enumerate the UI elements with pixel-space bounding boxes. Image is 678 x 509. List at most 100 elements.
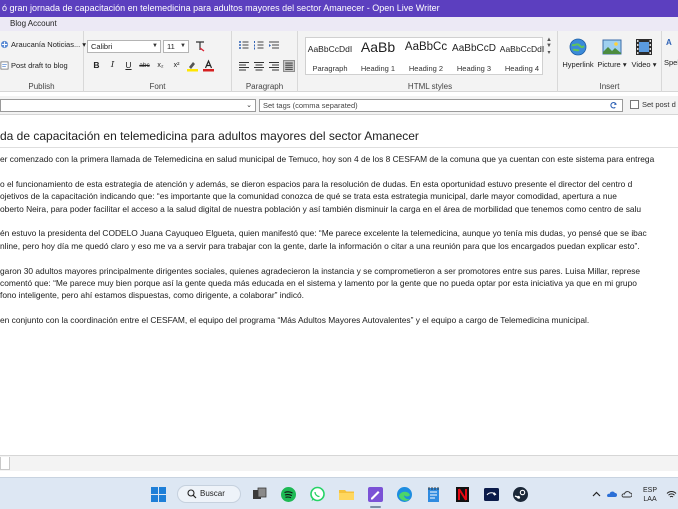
steam-icon[interactable]	[512, 486, 529, 503]
subscript-button[interactable]: x₂	[154, 59, 167, 72]
style-heading-3[interactable]: AaBbCcD Heading 3	[450, 38, 498, 76]
insert-hyperlink-button[interactable]: Hyperlink	[562, 37, 594, 69]
post-paragraph: en conjunto con la coordinación entre el…	[0, 314, 678, 326]
post-editor[interactable]: da de capacitación en telemedicina para …	[0, 116, 678, 455]
numbered-list-icon[interactable]	[253, 39, 265, 51]
taskbar-search[interactable]: Buscar	[177, 485, 241, 503]
style-preview: AaBbCcDdI	[499, 44, 545, 54]
chevron-down-icon: ⌄	[246, 102, 252, 109]
insert-label: Hyperlink	[562, 60, 594, 69]
language-code: ESP	[643, 487, 658, 494]
post-paragraph: én estuvo la presidenta del CODELO Juana…	[0, 227, 678, 252]
font-size-select[interactable]: 11 ▼	[163, 40, 189, 53]
style-preview: AaBb	[360, 39, 396, 55]
style-preview: AaBbCcDdI	[307, 44, 353, 54]
group-label-publish: Publish	[28, 82, 55, 91]
bullet-list-icon[interactable]	[238, 39, 250, 51]
notepad-icon[interactable]	[425, 486, 442, 503]
post-paragraph: o el funcionamiento de esta estrategia d…	[0, 178, 678, 215]
edge-icon[interactable]	[396, 486, 413, 503]
post-draft-button[interactable]: Post draft to blog	[0, 61, 68, 70]
active-app-indicator	[370, 506, 381, 508]
onedrive-icon[interactable]	[606, 489, 617, 500]
align-left-icon[interactable]	[238, 60, 250, 72]
insert-label: Picture ▾	[596, 60, 628, 69]
style-preview: AaBbCc	[404, 41, 448, 53]
font-color-icon[interactable]	[202, 59, 215, 72]
spelling-label[interactable]: Spel	[664, 58, 678, 67]
ribbon-group-insert: Hyperlink Picture ▾ Video ▾ Insert	[558, 31, 662, 92]
ribbon-group-paragraph: Paragraph	[232, 31, 298, 92]
font-size-value: 11	[167, 42, 175, 51]
blog-selector[interactable]: Araucanía Noticias... ▾	[0, 40, 86, 49]
category-select[interactable]: ⌄	[0, 99, 256, 112]
refresh-tags-icon[interactable]	[609, 101, 618, 110]
paragraph-list-row	[238, 39, 280, 51]
chevron-up-icon[interactable]	[591, 489, 602, 500]
post-draft-icon	[0, 61, 9, 70]
disney-plus-icon[interactable]	[483, 486, 500, 503]
chevron-down-icon: ▾	[622, 60, 627, 69]
paragraph-align-row	[238, 60, 295, 72]
title-divider	[0, 147, 678, 148]
style-heading-4[interactable]: AaBbCcDdI Heading 4	[498, 38, 546, 76]
font-family-select[interactable]: Calibri ▼	[87, 40, 161, 53]
clear-formatting-icon[interactable]	[194, 40, 206, 52]
insert-picture-button[interactable]: Picture ▾	[596, 37, 628, 69]
set-post-date-checkbox[interactable]: Set post d	[630, 100, 676, 109]
tag-bar: ⌄ Set tags (comma separated) Set post d	[0, 96, 678, 115]
group-label-insert: Insert	[599, 82, 620, 91]
windows-start-icon[interactable]	[150, 486, 167, 503]
style-label: Heading 3	[456, 64, 492, 73]
blog-icon	[0, 40, 9, 49]
chevron-down-icon: ▼	[152, 43, 158, 49]
style-heading-1[interactable]: AaBb Heading 1	[354, 38, 402, 76]
keyboard-layout-code: LAA	[643, 496, 657, 503]
tags-input[interactable]: Set tags (comma separated)	[259, 99, 623, 112]
edit-mode-tab[interactable]	[0, 457, 10, 470]
style-paragraph[interactable]: AaBbCcDdI Paragraph	[306, 38, 354, 76]
italic-button[interactable]: I	[106, 59, 119, 72]
style-heading-2[interactable]: AaBbCc Heading 2	[402, 38, 450, 76]
checkbox-icon[interactable]	[630, 100, 639, 109]
menu-tab-blog-account[interactable]: Blog Account	[6, 17, 61, 31]
font-family-value: Calibri	[91, 42, 113, 51]
taskbar: Buscar ESP LAA	[0, 477, 678, 509]
align-justify-icon[interactable]	[283, 60, 295, 72]
spelling-icon[interactable]: A	[666, 38, 672, 47]
font-format-row: B I U abc x₂ x²	[90, 59, 215, 72]
spotify-icon[interactable]	[280, 486, 297, 503]
video-icon	[636, 39, 652, 55]
post-line: comentó que: “Me parece muy bien porque …	[0, 278, 637, 289]
netflix-icon[interactable]	[454, 486, 471, 503]
ribbon-group-html-styles: AaBbCcDdI Paragraph AaBb Heading 1 AaBbC…	[303, 31, 558, 92]
ribbon: Araucanía Noticias... ▾ Post draft to bl…	[0, 31, 678, 92]
superscript-button[interactable]: x²	[170, 59, 183, 72]
wifi-icon[interactable]	[666, 489, 677, 500]
chevron-down-icon: ▾	[652, 60, 657, 69]
input-language-indicator[interactable]: ESP LAA	[643, 486, 657, 504]
chevron-down-icon: ▼	[180, 43, 186, 49]
post-body[interactable]: er comenzado con la primera llamada de T…	[0, 153, 678, 339]
task-view-icon[interactable]	[251, 486, 268, 503]
post-line: nline, pero hoy día me quedó claro y eso…	[0, 240, 640, 251]
html-styles-gallery: AaBbCcDdI Paragraph AaBb Heading 1 AaBbC…	[305, 37, 546, 76]
highlight-icon[interactable]	[186, 59, 199, 72]
cloud-icon[interactable]	[621, 489, 632, 500]
bold-button[interactable]: B	[90, 59, 103, 72]
style-label: Heading 4	[504, 64, 540, 73]
styles-gallery-scroll[interactable]: ▲ ▼ ▾	[544, 37, 554, 75]
style-label: Heading 2	[408, 64, 444, 73]
blockquote-icon[interactable]	[268, 39, 280, 51]
open-live-writer-icon[interactable]	[367, 486, 384, 503]
post-draft-label: Post draft to blog	[11, 61, 68, 70]
align-center-icon[interactable]	[253, 60, 265, 72]
strikethrough-button[interactable]: abc	[138, 59, 151, 72]
whatsapp-icon[interactable]	[309, 486, 326, 503]
expand-gallery-icon[interactable]: ▾	[544, 49, 554, 56]
file-explorer-icon[interactable]	[338, 486, 355, 503]
post-title[interactable]: da de capacitación en telemedicina para …	[0, 129, 419, 143]
align-right-icon[interactable]	[268, 60, 280, 72]
underline-button[interactable]: U	[122, 59, 135, 72]
insert-video-button[interactable]: Video ▾	[628, 37, 660, 69]
